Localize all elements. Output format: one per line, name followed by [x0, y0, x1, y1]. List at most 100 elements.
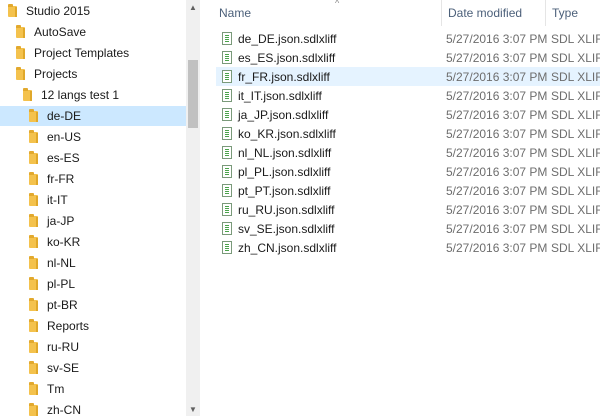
tree-item-pl-pl[interactable]: pl-PL: [0, 274, 186, 294]
file-row[interactable]: zh_CN.json.sdlxliff 5/27/2016 3:07 PM SD…: [216, 238, 600, 257]
tree-item-es-es[interactable]: es-ES: [0, 148, 186, 168]
file-date-modified: 5/27/2016 3:07 PM: [446, 126, 548, 141]
tree-item-studio-2015[interactable]: Studio 2015: [0, 1, 186, 21]
file-name: ru_RU.json.sdlxliff: [238, 202, 335, 217]
file-row[interactable]: fr_FR.json.sdlxliff 5/27/2016 3:07 PM SD…: [216, 67, 600, 86]
tree-item-label: ko-KR: [47, 235, 81, 249]
sdlxliff-file-icon: [222, 222, 232, 235]
file-row[interactable]: ja_JP.json.sdlxliff 5/27/2016 3:07 PM SD…: [216, 105, 600, 124]
file-name: zh_CN.json.sdlxliff: [238, 240, 337, 255]
tree-item-sv-se[interactable]: sv-SE: [0, 358, 186, 378]
file-row[interactable]: sv_SE.json.sdlxliff 5/27/2016 3:07 PM SD…: [216, 219, 600, 238]
folder-icon: [29, 297, 38, 311]
file-date-modified: 5/27/2016 3:07 PM: [446, 31, 548, 46]
file-date-modified: 5/27/2016 3:07 PM: [446, 164, 548, 179]
file-type: SDL XLIFF F: [551, 202, 600, 217]
navigation-scrollbar[interactable]: ▲ ▼: [186, 0, 200, 416]
tree-item-label: nl-NL: [47, 256, 76, 270]
column-headers: Name ^ Date modified Type: [200, 0, 600, 26]
tree-item-fr-fr[interactable]: fr-FR: [0, 169, 186, 189]
sdlxliff-file-icon: [222, 146, 232, 159]
tree-item-label: Project Templates: [34, 46, 130, 60]
file-name: pl_PL.json.sdlxliff: [238, 164, 331, 179]
tree-item-it-it[interactable]: it-IT: [0, 190, 186, 210]
file-type: SDL XLIFF F: [551, 164, 600, 179]
folder-icon: [29, 150, 38, 164]
tree-item-reports[interactable]: Reports: [0, 316, 186, 336]
tree-item-ru-ru[interactable]: ru-RU: [0, 337, 186, 357]
column-header-type[interactable]: Type: [545, 0, 600, 26]
file-row[interactable]: pl_PL.json.sdlxliff 5/27/2016 3:07 PM SD…: [216, 162, 600, 181]
tree-item-ja-jp[interactable]: ja-JP: [0, 211, 186, 231]
folder-icon: [16, 24, 25, 38]
file-name: it_IT.json.sdlxliff: [238, 88, 322, 103]
tree-item-pt-br[interactable]: pt-BR: [0, 295, 186, 315]
tree-item-label: pl-PL: [47, 277, 76, 291]
tree-item-label: Tm: [47, 382, 65, 396]
tree-item-de-de[interactable]: de-DE: [0, 106, 186, 126]
file-date-modified: 5/27/2016 3:07 PM: [446, 107, 548, 122]
file-row[interactable]: nl_NL.json.sdlxliff 5/27/2016 3:07 PM SD…: [216, 143, 600, 162]
navigation-pane: Studio 2015 AutoSave Project Templates P…: [0, 0, 200, 416]
tree-item-en-us[interactable]: en-US: [0, 127, 186, 147]
tree-item-zh-cn[interactable]: zh-CN: [0, 400, 186, 416]
tree-item-label: ja-JP: [47, 214, 75, 228]
sdlxliff-file-icon: [222, 203, 232, 216]
file-row[interactable]: ko_KR.json.sdlxliff 5/27/2016 3:07 PM SD…: [216, 124, 600, 143]
file-type: SDL XLIFF F: [551, 126, 600, 141]
sort-ascending-icon: ^: [335, 0, 340, 8]
file-name: ja_JP.json.sdlxliff: [238, 107, 329, 122]
tree-item-nl-nl[interactable]: nl-NL: [0, 253, 186, 273]
folder-tree: Studio 2015 AutoSave Project Templates P…: [0, 0, 186, 416]
tree-item-label: es-ES: [47, 151, 80, 165]
sdlxliff-file-icon: [222, 70, 232, 83]
folder-icon: [16, 45, 25, 59]
file-date-modified: 5/27/2016 3:07 PM: [446, 88, 548, 103]
folder-icon: [8, 3, 17, 17]
tree-item-label: Studio 2015: [26, 4, 91, 18]
sdlxliff-file-icon: [222, 89, 232, 102]
tree-item-label: ru-RU: [47, 340, 79, 354]
file-name: fr_FR.json.sdlxliff: [238, 69, 330, 84]
file-name: nl_NL.json.sdlxliff: [238, 145, 332, 160]
scroll-down-arrow-icon[interactable]: ▼: [186, 402, 200, 416]
file-name: de_DE.json.sdlxliff: [238, 31, 337, 46]
sdlxliff-file-icon: [222, 241, 232, 254]
column-header-label: Name: [219, 6, 252, 20]
file-row[interactable]: ru_RU.json.sdlxliff 5/27/2016 3:07 PM SD…: [216, 200, 600, 219]
file-type: SDL XLIFF F: [551, 183, 600, 198]
scrollbar-thumb[interactable]: [188, 60, 198, 128]
sdlxliff-file-icon: [222, 184, 232, 197]
tree-item-12-langs-test-1[interactable]: 12 langs test 1: [0, 85, 186, 105]
column-header-date-modified[interactable]: Date modified: [441, 0, 545, 26]
folder-icon: [29, 360, 38, 374]
tree-item-label: zh-CN: [47, 403, 82, 416]
folder-icon: [29, 318, 38, 332]
tree-item-label: AutoSave: [34, 25, 87, 39]
tree-item-label: en-US: [47, 130, 82, 144]
column-header-name[interactable]: Name ^: [213, 0, 441, 26]
file-row[interactable]: de_DE.json.sdlxliff 5/27/2016 3:07 PM SD…: [216, 29, 600, 48]
tree-item-label: pt-BR: [47, 298, 78, 312]
tree-item-projects[interactable]: Projects: [0, 64, 186, 84]
tree-item-tm[interactable]: Tm: [0, 379, 186, 399]
file-date-modified: 5/27/2016 3:07 PM: [446, 145, 548, 160]
file-row[interactable]: es_ES.json.sdlxliff 5/27/2016 3:07 PM SD…: [216, 48, 600, 67]
tree-item-label: 12 langs test 1: [41, 88, 120, 102]
tree-item-autosave[interactable]: AutoSave: [0, 22, 186, 42]
file-type: SDL XLIFF F: [551, 145, 600, 160]
folder-icon: [29, 213, 38, 227]
tree-item-label: Reports: [47, 319, 90, 333]
folder-icon: [29, 339, 38, 353]
file-date-modified: 5/27/2016 3:07 PM: [446, 183, 548, 198]
folder-icon: [29, 255, 38, 269]
tree-item-ko-kr[interactable]: ko-KR: [0, 232, 186, 252]
scroll-up-arrow-icon[interactable]: ▲: [186, 0, 200, 14]
file-row[interactable]: it_IT.json.sdlxliff 5/27/2016 3:07 PM SD…: [216, 86, 600, 105]
tree-item-project-templates[interactable]: Project Templates: [0, 43, 186, 63]
tree-item-label: it-IT: [47, 193, 68, 207]
folder-icon: [16, 66, 25, 80]
file-name: sv_SE.json.sdlxliff: [238, 221, 335, 236]
file-row[interactable]: pt_PT.json.sdlxliff 5/27/2016 3:07 PM SD…: [216, 181, 600, 200]
tree-item-label: sv-SE: [47, 361, 80, 375]
